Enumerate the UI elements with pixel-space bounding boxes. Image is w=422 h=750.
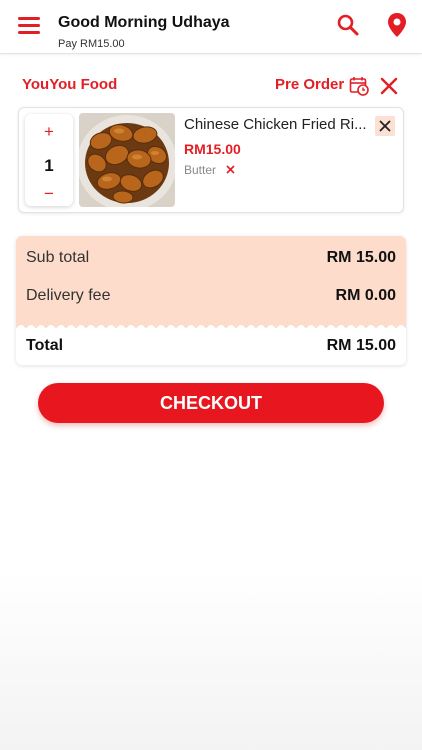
item-image (79, 113, 175, 207)
pay-amount: Pay RM15.00 (58, 38, 125, 50)
cart-item: + 1 − Chinese Chicken Fried Ri... RM15.0… (18, 107, 404, 213)
restaurant-name: YouYou Food (22, 76, 118, 93)
item-name: Chinese Chicken Fried Ri... (184, 116, 367, 133)
greeting-title: Good Morning Udhaya (58, 14, 230, 31)
app-header: Good Morning Udhaya Pay RM15.00 (0, 0, 422, 54)
menu-icon[interactable] (18, 15, 40, 35)
total-value: RM 15.00 (326, 337, 396, 354)
scallop-divider (16, 325, 406, 329)
total-label: Total (26, 337, 64, 354)
search-icon[interactable] (336, 13, 360, 37)
subtotal-value: RM 15.00 (326, 249, 396, 266)
decrease-quantity-button[interactable]: − (25, 184, 73, 204)
close-icon[interactable] (380, 77, 398, 95)
quantity-stepper: + 1 − (25, 114, 73, 206)
addon-label: Butter (184, 163, 217, 177)
increase-quantity-button[interactable]: + (25, 122, 73, 142)
quantity-value: 1 (44, 156, 54, 175)
pre-order-button[interactable]: Pre Order (275, 76, 344, 93)
delivery-fee-value: RM 0.00 (335, 287, 396, 304)
item-price: RM15.00 (184, 141, 241, 157)
subtotal-label: Sub total (26, 249, 90, 266)
delivery-fee-label: Delivery fee (26, 287, 111, 304)
calendar-clock-icon[interactable] (349, 76, 369, 96)
location-pin-icon[interactable] (386, 12, 408, 38)
remove-item-icon[interactable] (375, 116, 395, 136)
remove-addon-icon[interactable] (226, 165, 235, 174)
checkout-button[interactable]: CHECKOUT (38, 383, 384, 423)
order-summary: Sub total RM 15.00 Delivery fee RM 0.00 … (16, 236, 406, 365)
